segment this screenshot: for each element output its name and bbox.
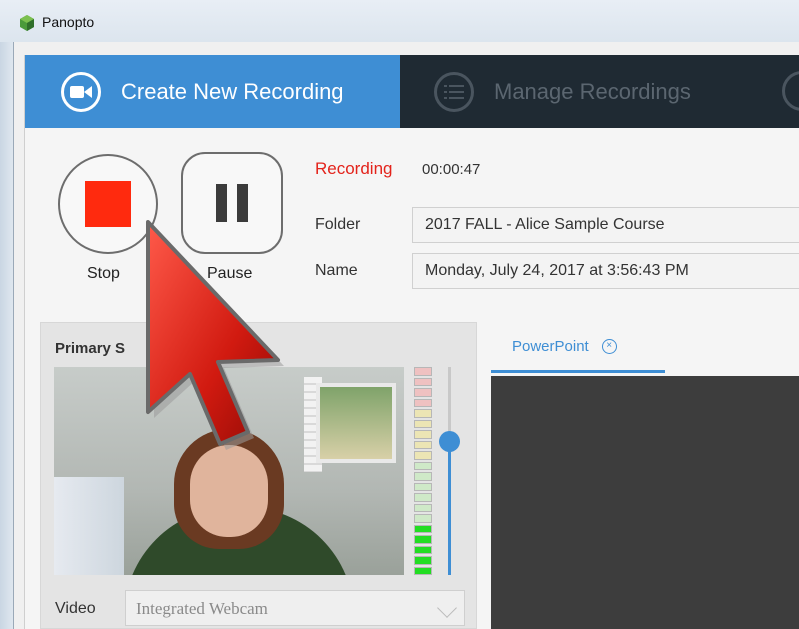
stop-button[interactable] — [58, 154, 158, 254]
stop-icon — [85, 181, 131, 227]
audio-meter-segment — [414, 472, 432, 481]
audio-meter-segment — [414, 367, 432, 376]
panopto-logo-icon — [20, 15, 34, 31]
video-camera-icon — [61, 71, 101, 112]
powerpoint-preview-area — [491, 376, 799, 629]
list-icon — [434, 71, 474, 112]
title-bar: Panopto — [0, 0, 799, 42]
primary-source-title: Primary S — [55, 340, 126, 357]
name-field[interactable]: Monday, July 24, 2017 at 3:56:43 PM — [412, 253, 799, 289]
main-content: Create New Recording Manage Recordings S… — [24, 55, 799, 629]
audio-meter-segment — [414, 451, 432, 460]
primary-source-panel: Primary S Video Integrated Webcam — [40, 322, 477, 629]
folder-label: Folder — [315, 216, 361, 233]
folder-field[interactable]: 2017 FALL - Alice Sample Course — [412, 207, 799, 243]
tab-create-label: Create New Recording — [121, 78, 344, 104]
audio-meter-segment — [414, 535, 432, 544]
video-source-value: Integrated Webcam — [136, 599, 268, 618]
person-face — [190, 445, 268, 537]
audio-level-meter — [414, 367, 432, 575]
audio-meter-segment — [414, 440, 432, 449]
audio-meter-segment — [414, 398, 432, 407]
stop-label: Stop — [87, 265, 120, 282]
recording-status-label: Recording — [315, 159, 393, 178]
powerpoint-panel: PowerPoint × — [491, 322, 799, 629]
tab-create-new-recording[interactable]: Create New Recording — [25, 55, 400, 128]
video-label: Video — [55, 600, 96, 617]
name-label: Name — [315, 262, 358, 279]
audio-meter-segment — [414, 556, 432, 565]
audio-meter-segment — [414, 419, 432, 428]
pause-icon — [216, 184, 227, 222]
window-border — [0, 0, 14, 629]
audio-meter-segment — [414, 503, 432, 512]
background-window — [316, 383, 396, 463]
audio-meter-segment — [414, 461, 432, 470]
volume-slider-fill — [448, 441, 451, 575]
webcam-preview — [54, 367, 404, 575]
tab-manage-recordings[interactable]: Manage Recordings — [400, 55, 780, 128]
pause-icon — [237, 184, 248, 222]
tab-settings-icon[interactable] — [782, 71, 799, 111]
chevron-down-icon — [437, 598, 457, 618]
audio-meter-segment — [414, 514, 432, 523]
close-icon[interactable]: × — [601, 338, 617, 354]
audio-meter-segment — [414, 493, 432, 502]
audio-meter-segment — [414, 388, 432, 397]
background-shelf — [54, 477, 124, 575]
tabs-bar: Create New Recording Manage Recordings — [25, 55, 799, 128]
window-title: Panopto — [42, 14, 95, 30]
app-window: Panopto Create New Recording Manage Reco… — [0, 0, 799, 629]
video-source-select[interactable]: Integrated Webcam — [125, 590, 465, 626]
audio-meter-segment — [414, 430, 432, 439]
audio-meter-segment — [414, 409, 432, 418]
audio-meter-segment — [414, 377, 432, 386]
audio-meter-segment — [414, 566, 432, 575]
recording-timer: 00:00:47 — [422, 161, 481, 178]
audio-meter-segment — [414, 524, 432, 533]
tab-manage-label: Manage Recordings — [494, 78, 691, 104]
pause-button[interactable] — [181, 152, 283, 254]
powerpoint-tab-label: PowerPoint — [512, 337, 589, 355]
audio-meter-segment — [414, 545, 432, 554]
audio-meter-segment — [414, 482, 432, 491]
volume-slider-thumb[interactable] — [439, 431, 460, 452]
pause-label: Pause — [207, 265, 253, 282]
tab-powerpoint[interactable]: PowerPoint × — [491, 322, 665, 373]
